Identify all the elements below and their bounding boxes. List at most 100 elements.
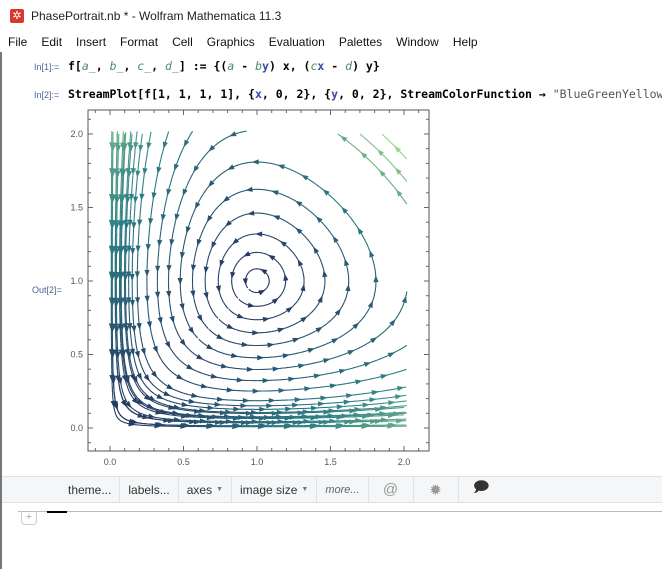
menu-palettes[interactable]: Palettes [331, 35, 388, 49]
streamline-segment [157, 252, 160, 260]
streamline-segment [311, 386, 320, 389]
streamline-segment [377, 402, 385, 405]
x-tick-label: 0.0 [104, 457, 117, 467]
axes-button[interactable]: axes ▼ [179, 476, 233, 503]
code: , 0, 2}, { [261, 87, 332, 101]
streamline-segment [201, 406, 209, 409]
spiral-icon[interactable]: @ [369, 476, 414, 503]
code: d_ [165, 59, 179, 73]
y-tick-label: 1.5 [70, 203, 83, 213]
x-tick-label: 1.0 [251, 457, 264, 467]
streamline-segment [180, 259, 183, 267]
stream-plot[interactable]: 0.0 0.5 1.0 1.5 2.0 0.0 0.5 1.0 1.5 2.0 [62, 105, 442, 475]
streamline-segment [113, 385, 115, 393]
input-cell-2[interactable]: StreamPlot[f[1, 1, 1, 1], {x, 0, 2}, {y,… [68, 87, 662, 101]
x-tick-label: 1.5 [324, 457, 337, 467]
streamline-segment [116, 364, 119, 372]
streamline-segment [187, 348, 190, 350]
streamline-segment [138, 424, 146, 427]
streamline-segment [230, 378, 238, 381]
menu-window[interactable]: Window [388, 35, 445, 49]
streamline-segment [132, 317, 135, 325]
code: ) y} [352, 59, 380, 73]
y-tick-label: 1.0 [70, 276, 83, 286]
suggestions-bar: theme... labels... axes ▼ image size ▼ mor… [2, 476, 662, 503]
code: , [95, 59, 110, 73]
menu-cell[interactable]: Cell [164, 35, 199, 49]
streamline-segment [370, 403, 378, 406]
code: - [324, 59, 346, 73]
y-tick-label: 2.0 [70, 129, 83, 139]
streamline-segment [392, 405, 400, 408]
code: y [262, 59, 269, 73]
code: - [234, 59, 256, 73]
streamline-segment [148, 228, 151, 236]
code: , 0, 2}, StreamColorFunction → [338, 87, 553, 101]
streamline-segment [135, 190, 137, 198]
streamline-segment [129, 131, 132, 139]
y-tick-label: 0.0 [70, 423, 83, 433]
streamline-segment [279, 378, 287, 381]
cell-insertion-line[interactable] [18, 511, 662, 512]
notebook[interactable]: In[1]:= f[a_, b_, c_, d_] := {(a - by) x… [0, 52, 662, 569]
menu-evaluation[interactable]: Evaluation [261, 35, 331, 49]
code: x [254, 87, 262, 101]
chevron-down-icon: ▼ [301, 486, 309, 493]
in2-label: In[2]:= [34, 90, 60, 100]
theme-button[interactable]: theme... [60, 476, 121, 503]
streamline-segment [233, 367, 241, 370]
image-size-label: image size [240, 482, 298, 497]
code: b_ [109, 59, 124, 73]
code: , [151, 59, 166, 73]
menu-file[interactable]: File [0, 35, 33, 49]
streamline-segment [204, 283, 207, 291]
streamline-segment [134, 204, 136, 212]
menu-format[interactable]: Format [112, 35, 164, 49]
code: , [123, 59, 138, 73]
mathematica-icon: ✲ [10, 9, 24, 23]
streamline-segment [129, 155, 131, 163]
in1-label: In[1]:= [34, 62, 60, 72]
menu-edit[interactable]: Edit [33, 35, 68, 49]
streamline-segment [227, 307, 229, 310]
streamline-segment [140, 201, 142, 209]
y-tick-label: 0.5 [70, 350, 83, 360]
streamline-segment [394, 407, 402, 409]
image-size-button[interactable]: image size ▼ [232, 476, 318, 503]
cursor [47, 511, 67, 513]
streamline-segment [128, 152, 130, 160]
menu-help[interactable]: Help [445, 35, 484, 49]
code: ) x, ( [268, 59, 311, 73]
menu-graphics[interactable]: Graphics [199, 35, 261, 49]
streamline-segment [137, 314, 140, 322]
streamline-segment [133, 159, 135, 167]
streamline-segment [349, 405, 357, 407]
streamline-segment [168, 254, 171, 262]
more-button[interactable]: more... [317, 476, 369, 503]
out2-label: Out[2]= [32, 285, 62, 295]
streamline-segment [356, 404, 364, 407]
streamline-segment [271, 355, 279, 358]
streamline-segment [337, 401, 345, 404]
streamline-segment [240, 368, 248, 370]
streamline-segment [157, 301, 160, 309]
streamline-segment [330, 396, 338, 398]
code: b [255, 59, 262, 73]
streamline-segment [309, 397, 317, 400]
streamline-segment [264, 356, 272, 359]
comment-icon[interactable]: 🗩 [459, 476, 504, 503]
streamline-segment [191, 284, 194, 292]
streamline-segment [374, 281, 377, 289]
menu-insert[interactable]: Insert [68, 35, 112, 49]
code: StreamPlot[f[1, 1, 1, 1], { [68, 87, 255, 101]
input-cell-1[interactable]: f[a_, b_, c_, d_] := {(a - by) x, (cx - … [68, 59, 380, 73]
labels-button[interactable]: labels... [120, 476, 179, 503]
streamline-segment [125, 335, 128, 343]
streamline-segment [147, 387, 150, 390]
code: ] := {( [178, 59, 228, 73]
add-cell-button[interactable]: + [21, 511, 37, 525]
streamline-segment [126, 342, 128, 350]
title-bar: ✲ PhasePortrait.nb * - Wolfram Mathemati… [0, 0, 662, 32]
gear-icon[interactable]: ✹ [414, 476, 459, 503]
streamline-segment [139, 208, 142, 216]
